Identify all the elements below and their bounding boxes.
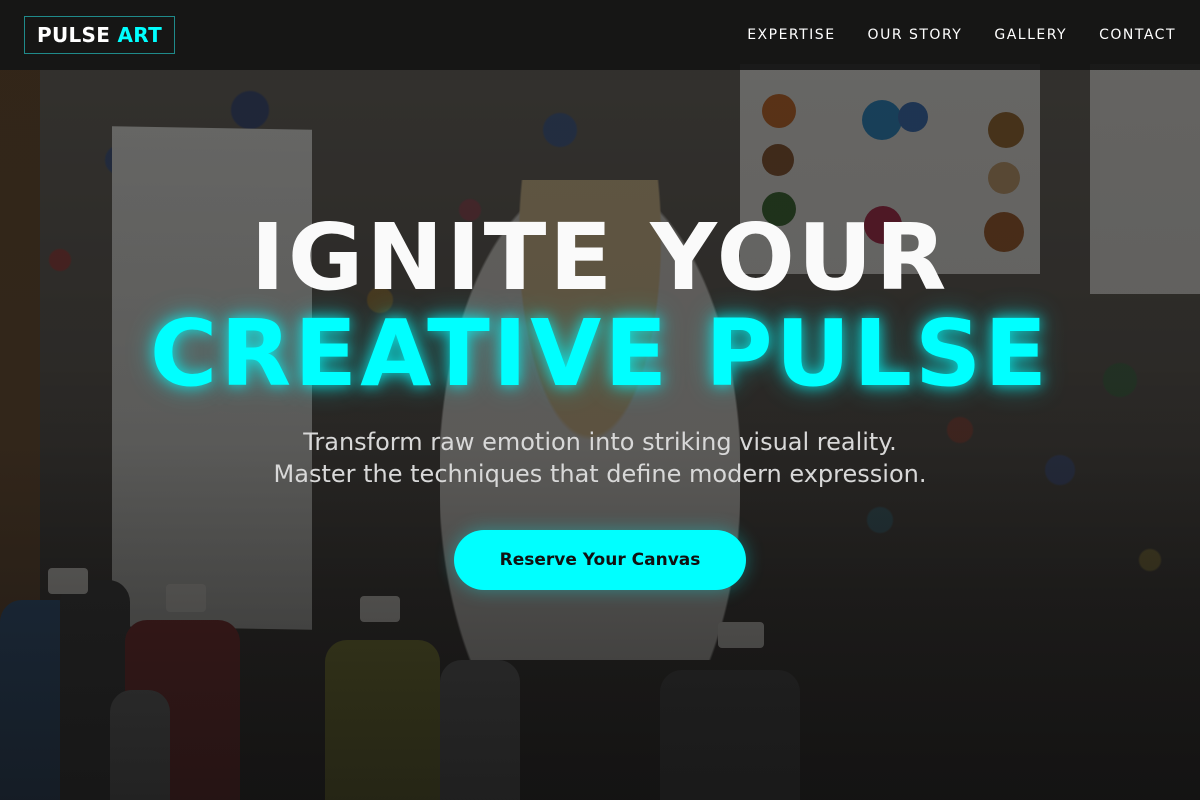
hero-subtitle: Transform raw emotion into striking visu… [0,426,1200,490]
hero-section: IGNITE YOUR CREATIVE PULSE Transform raw… [0,70,1200,800]
hero-subtitle-line1: Transform raw emotion into striking visu… [303,428,897,456]
nav-link-expertise[interactable]: EXPERTISE [747,27,835,43]
hero-headline-line1: IGNITE YOUR [250,204,950,311]
hero-subtitle-line2: Master the techniques that define modern… [273,460,927,488]
nav-link-contact[interactable]: CONTACT [1099,27,1176,43]
nav-link-our-story[interactable]: OUR STORY [868,27,963,43]
hero-headline-line2: CREATIVE PULSE [149,300,1051,407]
reserve-canvas-button[interactable]: Reserve Your Canvas [454,530,746,590]
brand-logo[interactable]: PULSE ART [24,16,176,54]
logo-text: PULSE [37,23,111,47]
logo-accent-text: ART [117,23,163,47]
main-nav: EXPERTISE OUR STORY GALLERY CONTACT [747,27,1176,43]
site-header: PULSE ART EXPERTISE OUR STORY GALLERY CO… [0,0,1200,70]
nav-link-gallery[interactable]: GALLERY [994,27,1067,43]
